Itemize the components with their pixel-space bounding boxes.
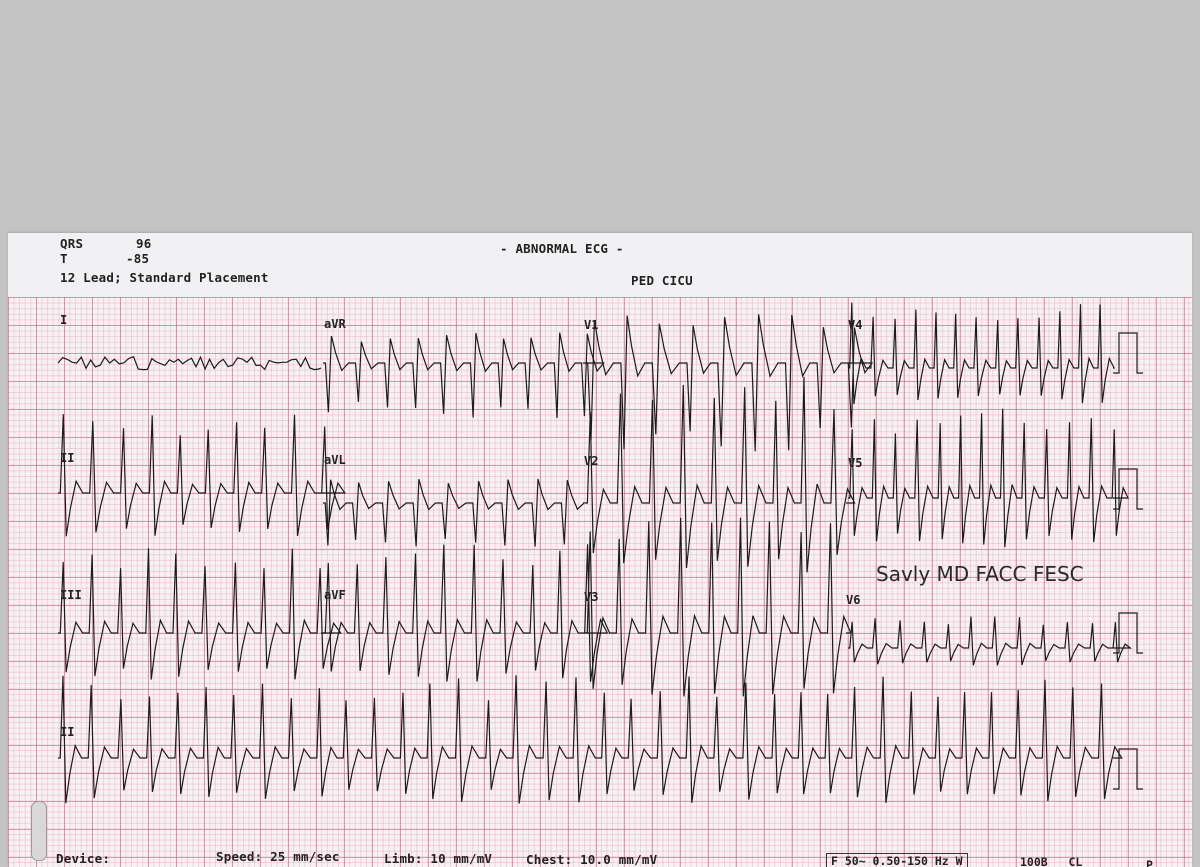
trace-lead-aVR	[323, 332, 605, 419]
lead-label-V1: V1	[584, 318, 599, 332]
trace-lead-V3	[585, 517, 852, 697]
chest-label: Chest: 10.0 mm/mV	[526, 852, 658, 867]
trace-lead-I	[57, 355, 322, 371]
lead-label-aVR: aVR	[324, 317, 346, 331]
trace-lead-V5	[848, 408, 1129, 548]
lead-label-II: II	[60, 451, 75, 465]
trace-lead-V6	[848, 616, 1133, 666]
lead-label-I: I	[60, 313, 68, 327]
paper-punch-hole	[31, 801, 47, 861]
trace-lead-III	[58, 548, 342, 680]
model-label: 100B CL	[1020, 855, 1083, 867]
lead-label-III: III	[60, 588, 82, 602]
signature-text: Savly MD FACC FESC	[876, 562, 1084, 586]
calibration-pulse-row4	[1113, 748, 1143, 790]
trace-lead-II	[58, 414, 347, 537]
trace-lead-V1	[585, 314, 874, 452]
device-label: Device:	[56, 851, 111, 866]
speed-label: Speed: 25 mm/sec	[216, 849, 340, 864]
limb-label: Limb: 10 mm/mV	[384, 851, 493, 866]
lead-label-rhythm-II: II	[60, 725, 75, 739]
ecg-paper: QRS 96 T -85 12 Lead; Standard Placement…	[8, 233, 1192, 867]
trace-rhythm-II	[58, 675, 1123, 804]
lead-label-aVL: aVL	[324, 453, 346, 467]
lead-label-V6: V6	[846, 593, 861, 607]
filter-box: F 50~ 0.50-150 Hz W	[826, 853, 968, 867]
lead-label-aVF: aVF	[324, 588, 346, 602]
trace-lead-aVF	[323, 544, 609, 682]
lead-label-V2: V2	[584, 454, 599, 468]
lead-label-V5: V5	[848, 456, 863, 470]
calibration-pulse-row1	[1113, 332, 1143, 374]
calibration-pulse-row2	[1113, 468, 1143, 510]
lead-label-V3: V3	[584, 590, 599, 604]
trace-lead-V4	[848, 302, 1116, 405]
lead-label-V4: V4	[848, 318, 863, 332]
calibration-pulse-row3	[1113, 612, 1143, 654]
trace-lead-aVL	[323, 478, 586, 547]
trailing-label: P	[1146, 858, 1153, 867]
ecg-traces	[57, 302, 1143, 804]
